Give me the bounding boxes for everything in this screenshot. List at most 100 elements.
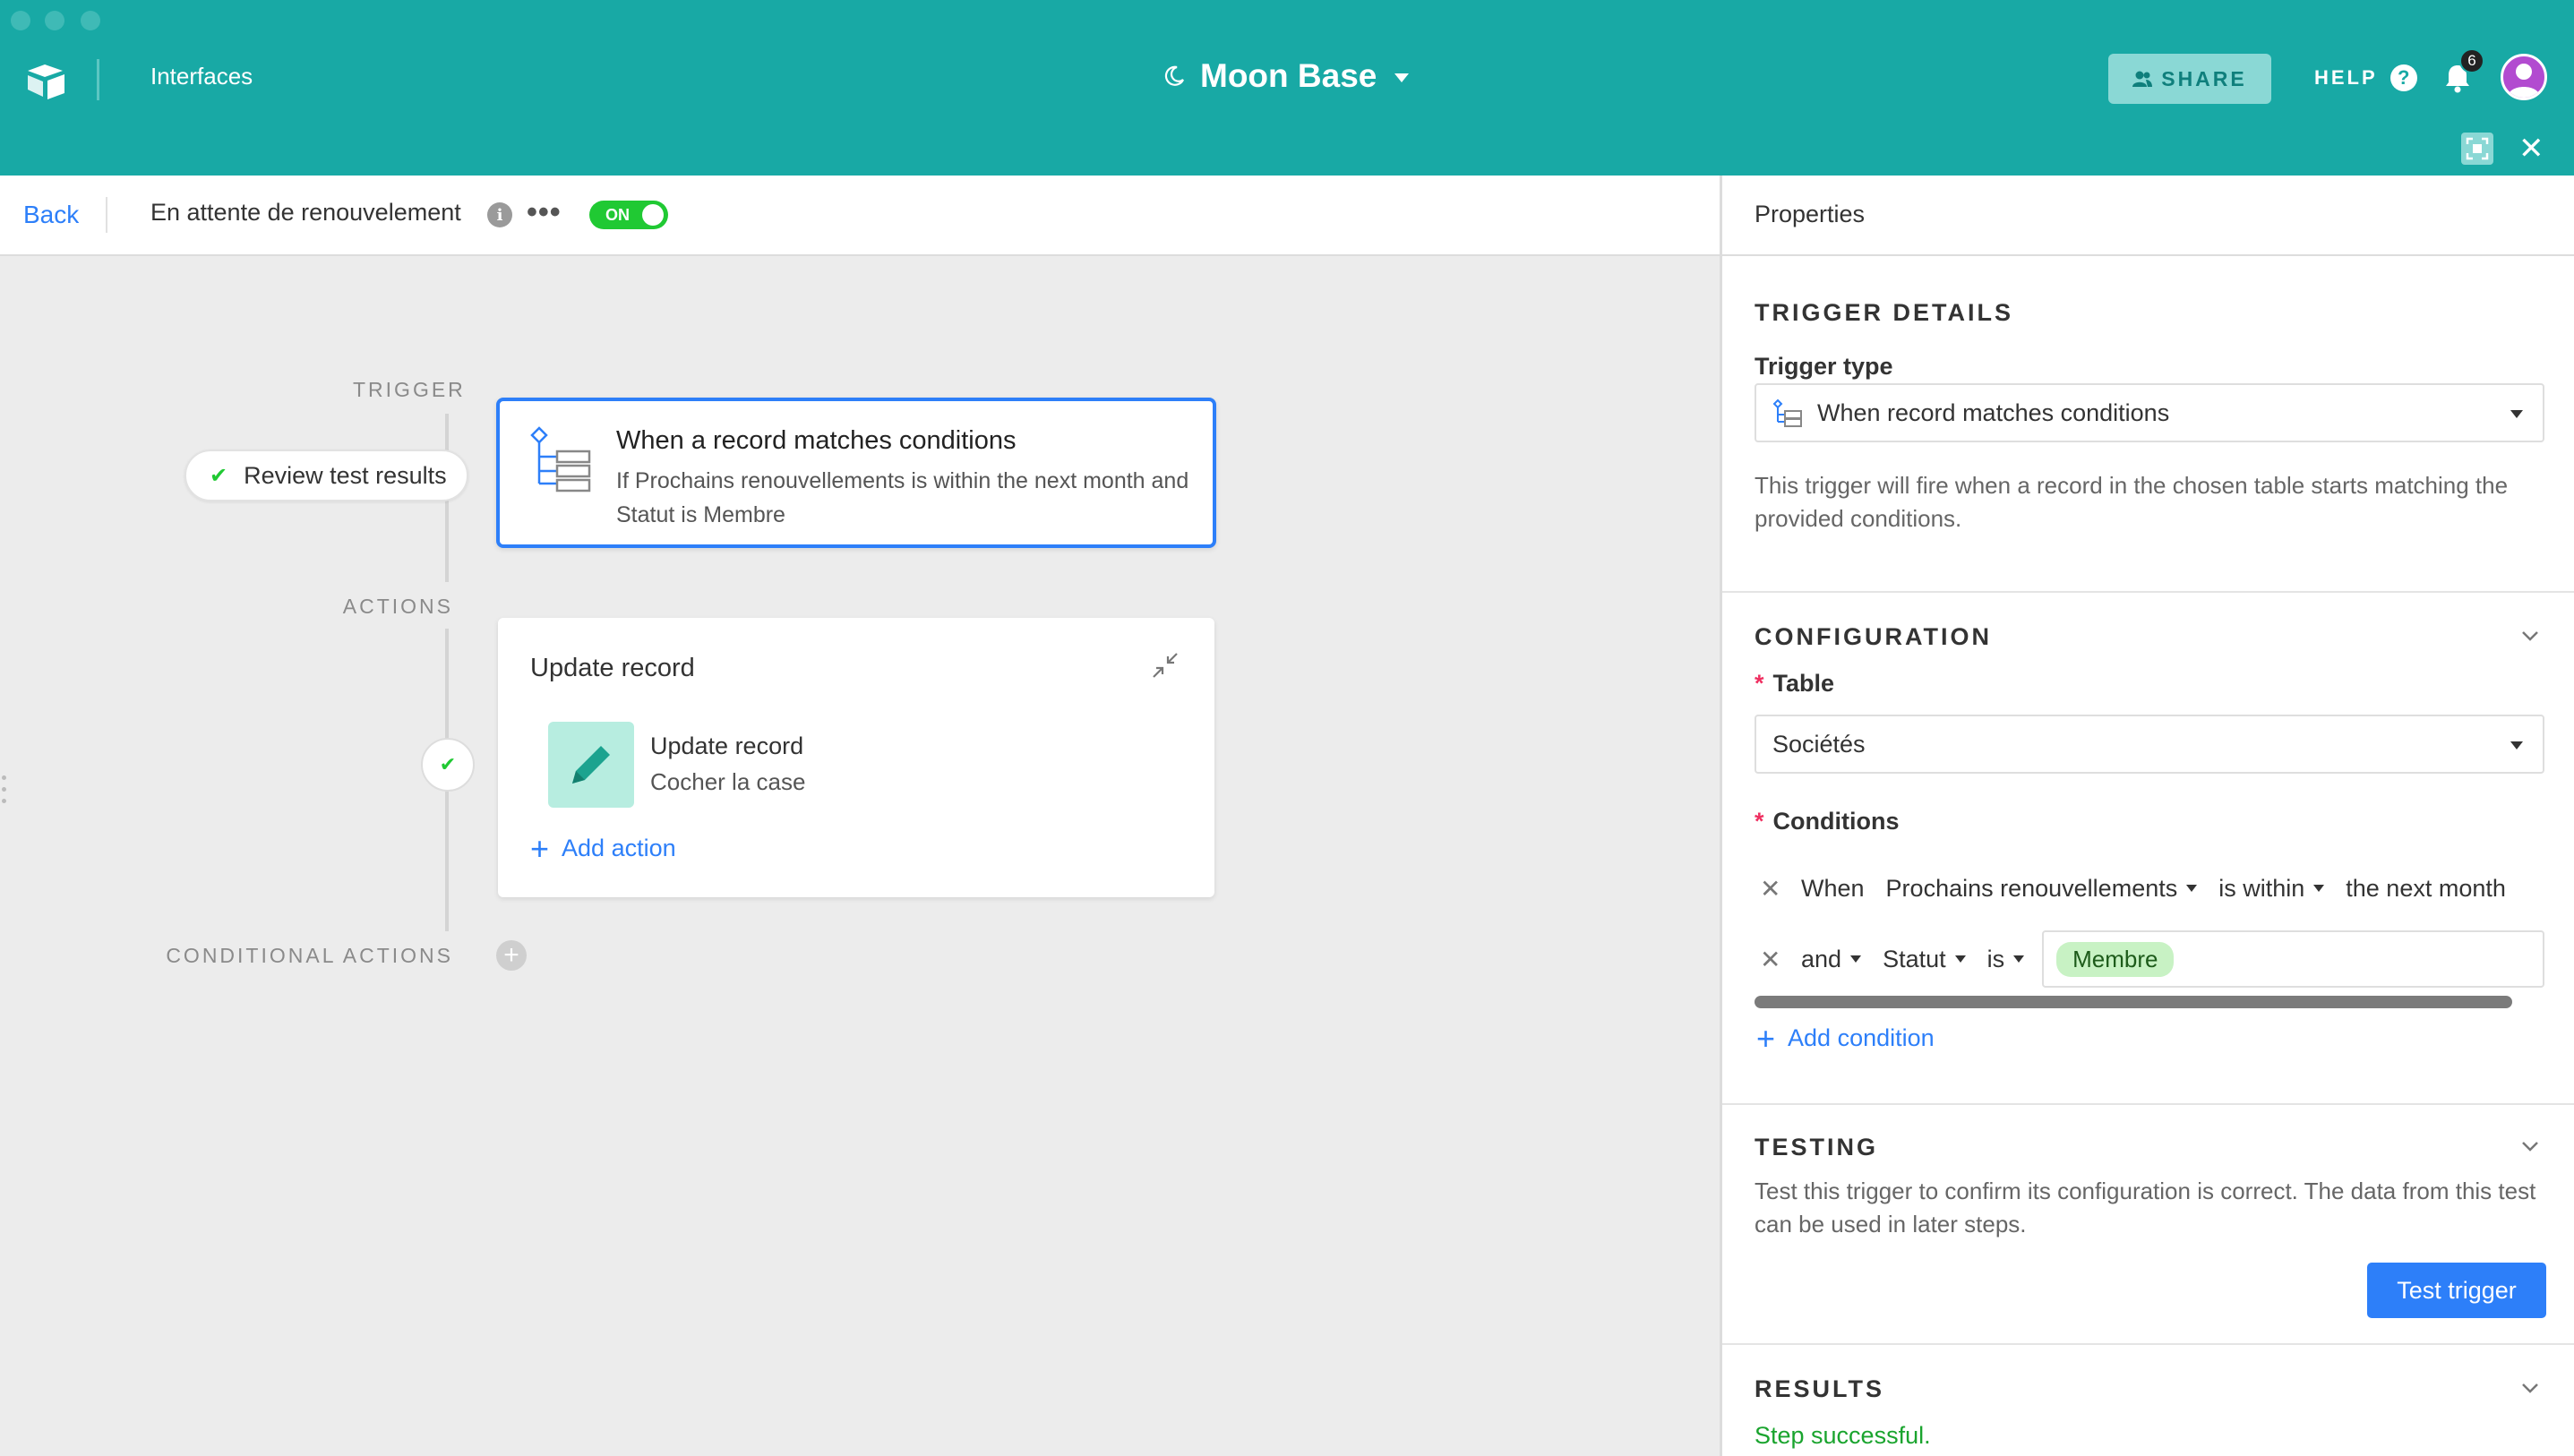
automation-toggle[interactable]: ON xyxy=(589,201,668,229)
testing-description: Test this trigger to confirm its configu… xyxy=(1755,1178,2536,1238)
user-icon xyxy=(2508,64,2540,98)
table-select[interactable]: Sociétés xyxy=(1755,715,2544,774)
window-zoom-dot[interactable] xyxy=(81,11,100,30)
condition-row: ✕ and Statut is Membre xyxy=(1755,928,2544,990)
condition-operator: is within xyxy=(2218,874,2305,902)
close-icon[interactable]: ✕ xyxy=(2518,131,2544,167)
help-button[interactable]: HELP ? xyxy=(2314,64,2417,91)
airtable-logo-icon[interactable] xyxy=(25,63,66,100)
chevron-down-icon xyxy=(1850,955,1862,963)
add-condition-button[interactable]: + Add condition xyxy=(1756,1019,1935,1057)
conditions-tree-icon xyxy=(1772,398,1802,427)
condition-operator: is xyxy=(1986,945,2005,972)
trigger-type-select[interactable]: When record matches conditions xyxy=(1755,383,2544,442)
chevron-down-icon[interactable] xyxy=(2521,1383,2539,1393)
people-icon xyxy=(2132,71,2153,87)
chevron-down-icon xyxy=(2013,955,2025,963)
condition-field: Prochains renouvellements xyxy=(1885,874,2178,902)
status-pill: Membre xyxy=(2056,941,2175,977)
chevron-down-icon xyxy=(2186,885,2198,892)
condition-field-select[interactable]: Prochains renouvellements xyxy=(1886,875,2198,903)
share-button[interactable]: SHARE xyxy=(2108,54,2271,104)
testing-heading: TESTING xyxy=(1755,1134,1879,1161)
trigger-details-heading: TRIGGER DETAILS xyxy=(1755,299,2014,326)
conditional-actions-label: CONDITIONAL ACTIONS xyxy=(166,944,453,967)
condition-value: the next month xyxy=(2346,874,2506,902)
automation-name[interactable]: En attente de renouvelement xyxy=(150,199,461,227)
condition-value-select[interactable]: the next month xyxy=(2346,875,2506,903)
remove-condition-icon[interactable]: ✕ xyxy=(1760,945,1792,974)
add-action-label: Add action xyxy=(562,835,676,861)
condition-conjunction: When xyxy=(1801,874,1865,902)
fullscreen-button[interactable] xyxy=(2461,133,2493,165)
info-icon[interactable]: i xyxy=(487,202,512,227)
condition-conjunction: and xyxy=(1801,945,1842,972)
review-label: Review test results xyxy=(244,461,447,489)
chevron-down-icon xyxy=(1954,955,1966,963)
properties-panel: Properties TRIGGER DETAILS Trigger type … xyxy=(1720,176,2574,1456)
toolbar-divider xyxy=(106,197,107,233)
chevron-down-icon[interactable] xyxy=(2521,1141,2539,1152)
conditions-tree-icon xyxy=(530,426,591,492)
base-name: Moon Base xyxy=(1200,57,1377,94)
trigger-card-title: When a record matches conditions xyxy=(616,426,1017,455)
notification-badge: 6 xyxy=(2459,48,2484,73)
chevron-down-icon[interactable] xyxy=(2521,630,2539,641)
test-trigger-button[interactable]: Test trigger xyxy=(2367,1263,2546,1318)
required-mark: * xyxy=(1755,808,1764,835)
action-card-title: Update record xyxy=(530,654,695,682)
results-section: RESULTS Step successful. xyxy=(1722,1345,2574,1456)
step-check-icon: ✔ xyxy=(421,738,475,792)
top-bar: Interfaces Moon Base SHARE HELP ? 6 ✕ xyxy=(0,0,2574,176)
share-label: SHARE xyxy=(2161,66,2247,90)
interfaces-link[interactable]: Interfaces xyxy=(150,63,253,90)
focus-icon xyxy=(2466,137,2489,160)
chevron-down-icon xyxy=(2510,741,2523,749)
add-action-button[interactable]: + Add action xyxy=(530,832,676,864)
trigger-description: This trigger will fire when a record in … xyxy=(1755,472,2509,532)
condition-field: Statut xyxy=(1883,945,1946,972)
condition-field-select[interactable]: Statut xyxy=(1883,946,1966,973)
update-record-step-icon[interactable] xyxy=(548,722,634,808)
action-step-title[interactable]: Update record xyxy=(650,732,803,760)
toggle-knob xyxy=(642,204,664,226)
condition-value-select[interactable]: Membre xyxy=(2042,930,2544,988)
resize-handle[interactable] xyxy=(2,775,7,810)
table-label: * Table xyxy=(1755,670,1834,698)
remove-condition-icon[interactable]: ✕ xyxy=(1760,874,1792,904)
plus-icon: + xyxy=(1756,1019,1776,1057)
pencil-icon xyxy=(572,746,610,784)
add-condition-label: Add condition xyxy=(1788,1024,1935,1051)
trigger-section-label: TRIGGER xyxy=(353,378,466,401)
review-test-results-button[interactable]: ✔ Review test results xyxy=(184,450,468,501)
more-options-icon[interactable]: ••• xyxy=(527,195,562,230)
trigger-type-label: Trigger type xyxy=(1755,353,1893,380)
trigger-type-value: When record matches conditions xyxy=(1817,398,2170,426)
add-conditional-action-icon[interactable]: + xyxy=(496,940,527,971)
chevron-down-icon xyxy=(2510,410,2523,418)
trigger-card[interactable]: When a record matches conditions If Proc… xyxy=(496,398,1216,548)
configuration-section: CONFIGURATION * Table Sociétés * Condition… xyxy=(1722,593,2574,1105)
header-divider xyxy=(97,59,99,100)
action-card[interactable]: Update record Update record Cocher la ca… xyxy=(498,618,1214,897)
toggle-label: ON xyxy=(605,206,630,224)
back-button[interactable]: Back xyxy=(23,201,79,229)
collapse-icon[interactable] xyxy=(1152,652,1179,679)
check-icon: ✔ xyxy=(210,463,228,488)
conditions-scrollbar[interactable] xyxy=(1755,996,2512,1008)
condition-operator-select[interactable]: is within xyxy=(2218,874,2325,903)
required-mark: * xyxy=(1755,670,1764,697)
question-icon: ? xyxy=(2390,64,2417,91)
window-minimize-dot[interactable] xyxy=(45,11,64,30)
condition-operator-select[interactable]: is xyxy=(1987,946,2025,973)
moon-icon xyxy=(1164,65,1184,86)
avatar[interactable] xyxy=(2501,54,2547,100)
base-switcher[interactable]: Moon Base xyxy=(1161,57,1410,95)
condition-conjunction-select[interactable]: and xyxy=(1801,945,1862,973)
results-heading: RESULTS xyxy=(1755,1375,1885,1402)
configuration-heading: CONFIGURATION xyxy=(1755,623,1992,650)
chevron-down-icon xyxy=(2313,885,2325,892)
testing-section: TESTING Test this trigger to confirm its… xyxy=(1722,1105,2574,1345)
properties-title: Properties xyxy=(1755,201,1866,227)
window-close-dot[interactable] xyxy=(11,11,30,30)
